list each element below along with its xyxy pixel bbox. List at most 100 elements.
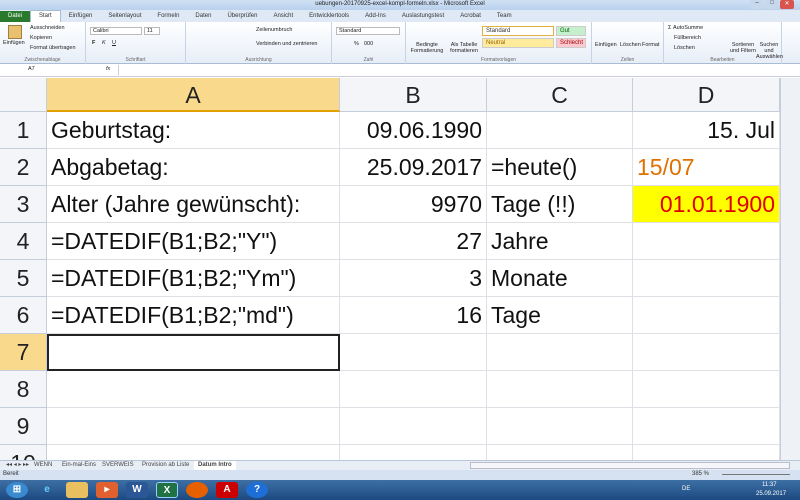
tab-start[interactable]: Start [30, 10, 61, 22]
fill-button[interactable]: Füllbereich [674, 35, 701, 41]
cell-b8[interactable] [340, 371, 487, 408]
wrap-text-button[interactable]: Zeilenumbruch [256, 27, 292, 33]
explorer-icon[interactable] [66, 482, 88, 498]
cell-a9[interactable] [47, 408, 340, 445]
insert-cells-button[interactable]: Einfügen [595, 42, 617, 48]
cell-a5[interactable]: =DATEDIF(B1;B2;"Ym") [47, 260, 340, 297]
close-button[interactable]: ✕ [780, 0, 794, 9]
sheet-tab-datum-intro[interactable]: Datum Intro [194, 461, 236, 470]
cell-c8[interactable] [487, 371, 633, 408]
cell-d6[interactable] [633, 297, 780, 334]
cell-b1[interactable]: 09.06.1990 [340, 112, 487, 149]
copy-button[interactable]: Kopieren [30, 35, 52, 41]
cell-a7[interactable] [47, 334, 340, 371]
bold-button[interactable]: F [92, 40, 95, 46]
ie-icon[interactable]: e [36, 482, 58, 498]
row-header-5[interactable]: 5 [0, 260, 47, 297]
cell-d9[interactable] [633, 408, 780, 445]
cell-b6[interactable]: 16 [340, 297, 487, 334]
clock-time[interactable]: 11:37 [762, 482, 777, 488]
italic-button[interactable]: K [102, 40, 106, 46]
tab-ueberpruefen[interactable]: Überprüfen [219, 11, 265, 22]
tab-acrobat[interactable]: Acrobat [452, 11, 489, 22]
fx-icon[interactable]: fx [106, 66, 110, 72]
thousands-button[interactable]: 000 [364, 41, 373, 47]
vertical-scrollbar[interactable] [780, 78, 800, 460]
row-header-6[interactable]: 6 [0, 297, 47, 334]
tab-ansicht[interactable]: Ansicht [265, 11, 301, 22]
cell-c2[interactable]: =heute() [487, 149, 633, 186]
sort-filter-button[interactable]: Sortieren und Filtern [730, 42, 756, 54]
column-header-a[interactable]: A [47, 78, 340, 112]
tab-addins[interactable]: Add-Ins [357, 11, 394, 22]
tab-auslastungstest[interactable]: Auslastungstest [394, 11, 452, 22]
cell-c9[interactable] [487, 408, 633, 445]
cell-b3[interactable]: 9970 [340, 186, 487, 223]
acrobat-icon[interactable]: A [216, 482, 238, 498]
cell-b5[interactable]: 3 [340, 260, 487, 297]
cell-d7[interactable] [633, 334, 780, 371]
conditional-formatting-button[interactable]: Bedingte Formatierung [409, 42, 445, 54]
sheet-tab-provision[interactable]: Provision ab Liste [138, 461, 193, 470]
tab-datei[interactable]: Datei [0, 11, 31, 22]
format-painter-button[interactable]: Format übertragen [30, 45, 76, 51]
row-header-8[interactable]: 8 [0, 371, 47, 408]
media-player-icon[interactable]: ▸ [96, 482, 118, 498]
select-all-corner[interactable] [0, 78, 47, 112]
cell-a3[interactable]: Alter (Jahre gewünscht): [47, 186, 340, 223]
cell-b2[interactable]: 25.09.2017 [340, 149, 487, 186]
cell-b4[interactable]: 27 [340, 223, 487, 260]
tab-team[interactable]: Team [489, 11, 520, 22]
tab-seitenlayout[interactable]: Seitenlayout [100, 11, 149, 22]
cell-c4[interactable]: Jahre [487, 223, 633, 260]
word-icon[interactable]: W [126, 482, 148, 498]
merge-center-button[interactable]: Verbinden und zentrieren [256, 41, 317, 47]
style-neutral[interactable]: Neutral [482, 38, 554, 48]
cell-b10[interactable] [340, 445, 487, 460]
cell-c5[interactable]: Monate [487, 260, 633, 297]
cell-a8[interactable] [47, 371, 340, 408]
row-header-3[interactable]: 3 [0, 186, 47, 223]
cell-c1[interactable] [487, 112, 633, 149]
cell-a2[interactable]: Abgabetag: [47, 149, 340, 186]
cell-b9[interactable] [340, 408, 487, 445]
cell-d2[interactable]: 15/07 [633, 149, 780, 186]
tab-einfuegen[interactable]: Einfügen [61, 11, 101, 22]
tab-formeln[interactable]: Formeln [149, 11, 187, 22]
autosum-button[interactable]: Σ AutoSumme [668, 25, 703, 31]
row-header-9[interactable]: 9 [0, 408, 47, 445]
column-header-d[interactable]: D [633, 78, 780, 112]
start-button[interactable]: ⊞ [6, 482, 28, 498]
cell-a10[interactable] [47, 445, 340, 460]
delete-cells-button[interactable]: Löschen [620, 42, 641, 48]
sheet-tab-ein-mal-eins[interactable]: Ein-mal-Eins [58, 461, 100, 470]
tab-entwicklertools[interactable]: Entwicklertools [301, 11, 357, 22]
style-bad[interactable]: Schlecht [556, 38, 586, 48]
row-header-2[interactable]: 2 [0, 149, 47, 186]
row-header-7[interactable]: 7 [0, 334, 47, 371]
formula-input[interactable] [118, 65, 788, 75]
maximize-button[interactable]: □ [765, 0, 779, 9]
excel-icon[interactable]: X [156, 482, 178, 498]
cell-a6[interactable]: =DATEDIF(B1;B2;"md") [47, 297, 340, 334]
cell-d8[interactable] [633, 371, 780, 408]
font-name-select[interactable]: Calibri [90, 27, 142, 35]
font-size-select[interactable]: 11 [144, 27, 160, 35]
cell-a4[interactable]: =DATEDIF(B1;B2;"Y") [47, 223, 340, 260]
style-good[interactable]: Gut [556, 26, 586, 36]
style-standard[interactable]: Standard [482, 26, 554, 36]
cell-d10[interactable] [633, 445, 780, 460]
cell-d1[interactable]: 15. Jul [633, 112, 780, 149]
cell-d5[interactable] [633, 260, 780, 297]
number-format-select[interactable]: Standard [336, 27, 400, 35]
cell-c3[interactable]: Tage (!!) [487, 186, 633, 223]
cut-button[interactable]: Ausschneiden [30, 25, 65, 31]
zoom-level[interactable]: 385 % [692, 471, 709, 477]
paste-button[interactable]: Einfügen [3, 40, 25, 46]
help-icon[interactable]: ? [246, 482, 268, 498]
sheet-tab-wenn[interactable]: WENN [30, 461, 56, 470]
format-as-table-button[interactable]: Als Tabelle formatieren [446, 42, 482, 54]
row-header-10[interactable]: 10 [0, 445, 47, 460]
sheet-nav-buttons[interactable]: ◂◂ ◂ ▸ ▸▸ [2, 461, 33, 470]
row-header-4[interactable]: 4 [0, 223, 47, 260]
